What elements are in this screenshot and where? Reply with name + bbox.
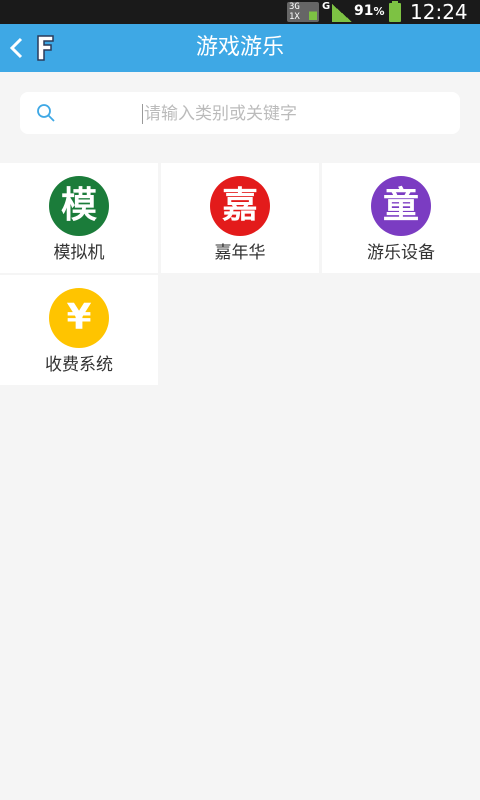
signal-strength-icon xyxy=(332,4,352,22)
clock: 12:24 xyxy=(410,0,468,24)
battery-icon xyxy=(389,1,401,22)
page-title: 游戏游乐 xyxy=(195,35,284,60)
status-bar: 3G 1X G 91% 12:24 xyxy=(0,0,480,24)
f-logo-icon xyxy=(37,35,54,61)
category-item-simulator[interactable]: 模 模拟机 xyxy=(0,163,158,273)
category-label: 收费系统 xyxy=(45,355,113,375)
network-type-icon: 3G 1X xyxy=(287,2,319,22)
category-item-carnival[interactable]: 嘉 嘉年华 xyxy=(161,163,319,273)
signal-type-label: G xyxy=(322,1,331,12)
chevron-left-icon[interactable] xyxy=(6,36,30,60)
category-label: 游乐设备 xyxy=(367,243,435,263)
simulator-icon: 模 xyxy=(49,176,109,236)
category-item-amusement-equipment[interactable]: 童 游乐设备 xyxy=(322,163,480,273)
data-activity-icon xyxy=(309,6,317,20)
category-item-charging-system[interactable]: ¥ 收费系统 xyxy=(0,275,158,385)
carnival-icon: 嘉 xyxy=(210,176,270,236)
battery-percent: 91% xyxy=(354,3,385,19)
search-input[interactable] xyxy=(142,92,446,136)
search-box[interactable] xyxy=(20,92,460,136)
category-label: 模拟机 xyxy=(53,243,105,263)
category-label: 嘉年华 xyxy=(214,243,266,263)
text-cursor xyxy=(142,104,143,124)
amusement-equipment-icon: 童 xyxy=(371,176,431,236)
search-icon xyxy=(37,104,55,122)
yen-icon: ¥ xyxy=(49,288,109,348)
app-bar: 游戏游乐 xyxy=(0,24,480,72)
